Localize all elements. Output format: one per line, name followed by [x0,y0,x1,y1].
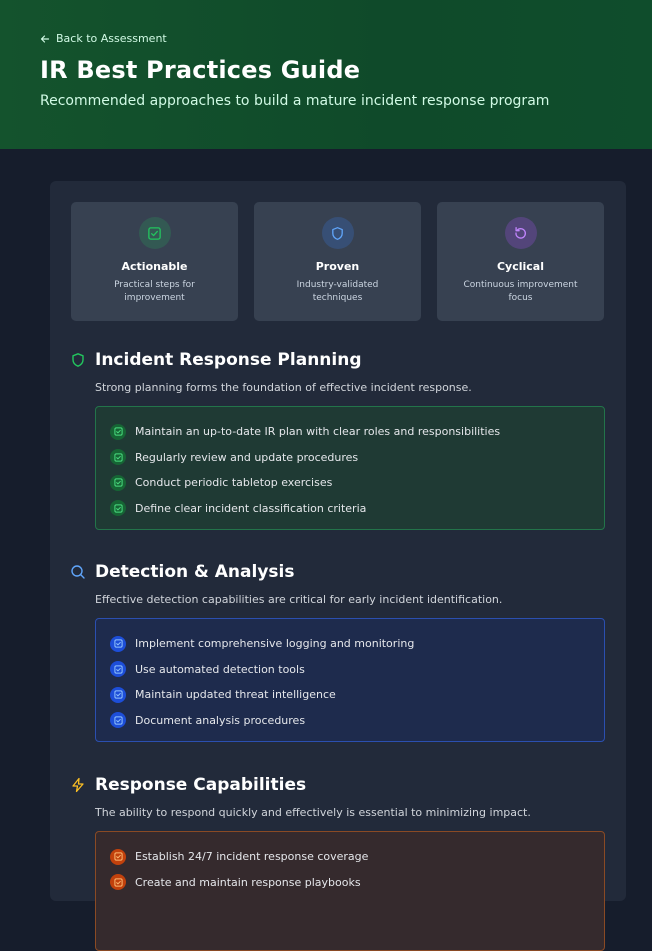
checklist-item-label: Define clear incident classification cri… [135,501,367,515]
checklist-item-label: Create and maintain response playbooks [135,875,361,889]
checklist-item[interactable]: Maintain an up-to-date IR plan with clea… [110,419,590,445]
section-title: Incident Response Planning [95,350,362,370]
checklist-item-label: Maintain updated threat intelligence [135,688,336,702]
feature-card-actionable: Actionable Practical steps for improveme… [71,202,238,321]
check-square-icon [110,686,126,703]
checklist-item[interactable]: Document analysis procedures [110,708,590,734]
check-square-icon [110,474,126,491]
content-card: Actionable Practical steps for improveme… [50,181,626,951]
section-description: The ability to respond quickly and effec… [95,806,531,819]
check-square-icon [110,661,126,678]
checklist-item[interactable]: Maintain updated threat intelligence [110,682,590,708]
feature-title: Cyclical [496,260,545,273]
checklist-box: Implement comprehensive logging and moni… [95,618,605,742]
checklist-box: Maintain an up-to-date IR plan with clea… [95,406,605,530]
checklist-item-label: Use automated detection tools [135,662,305,676]
feature-icon-wrapper [138,217,171,249]
page-header: Back to Assessment IR Best Practices Gui… [0,0,652,149]
feature-icon-wrapper [321,217,354,249]
lightning-icon [72,777,84,793]
checklist-item[interactable]: Use automated detection tools [110,657,590,683]
feature-title: Actionable [121,260,188,273]
checklist-item-label: Conduct periodic tabletop exercises [135,476,333,490]
feature-card-cyclical: Cyclical Continuous improvement focus [437,202,604,321]
check-square-icon [110,423,126,440]
feature-cards: Actionable Practical steps for improveme… [71,202,604,321]
checklist-item[interactable]: Regularly review and update procedures [110,445,590,471]
check-square-icon [110,712,126,729]
section-response-capabilities: Response Capabilities The ability to res… [70,775,605,951]
checklist-item[interactable]: Create and maintain response playbooks [110,870,590,896]
feature-card-proven: Proven Industry-validated techniques [254,202,421,321]
section-title: Detection & Analysis [95,562,295,582]
shield-icon [72,353,84,367]
checklist-item[interactable]: Conduct periodic tabletop exercises [110,470,590,496]
arrow-left-icon [40,34,50,43]
checklist-item[interactable]: Implement comprehensive logging and moni… [110,631,590,657]
section-header: Response Capabilities [70,775,605,795]
feature-title: Proven [315,260,360,273]
checklist-box: Establish 24/7 incident response coverag… [95,831,605,951]
feature-icon-wrapper [504,217,537,249]
feature-desc: Industry-validated techniques [296,280,379,303]
feature-desc: Practical steps for improvement [114,280,195,303]
check-square-icon [110,848,126,865]
section-title: Response Capabilities [95,775,307,795]
rotate-ccw-icon [515,226,526,239]
shield-icon [332,226,343,240]
checklist-item-label: Document analysis procedures [135,713,306,727]
section-header: Incident Response Planning [70,350,605,370]
check-square-icon [148,226,161,240]
section-header: Detection & Analysis [70,562,605,582]
checklist-item[interactable]: Establish 24/7 incident response coverag… [110,844,590,870]
section-ir-planning: Incident Response Planning Strong planni… [70,350,605,530]
check-square-icon [110,449,126,466]
back-link-label[interactable]: Back to Assessment [56,32,167,45]
checklist-item-label: Regularly review and update procedures [135,450,359,464]
section-detection-analysis: Detection & Analysis Effective detection… [70,562,605,742]
checklist-item[interactable]: Define clear incident classification cri… [110,496,590,522]
back-link[interactable]: Back to Assessment [40,32,612,45]
check-square-icon [110,635,126,652]
checklist-item-label: Establish 24/7 incident response coverag… [135,850,369,864]
section-description: Effective detection capabilities are cri… [95,593,503,606]
search-icon [71,565,85,579]
checklist-item-label: Implement comprehensive logging and moni… [135,637,415,651]
check-square-icon [110,874,126,891]
feature-desc: Continuous improvement focus [463,280,578,303]
page-title: IR Best Practices Guide [40,56,361,84]
checklist-item-label: Maintain an up-to-date IR plan with clea… [135,425,501,439]
page-subtitle: Recommended approaches to build a mature… [40,93,550,109]
section-description: Strong planning forms the foundation of … [95,381,472,394]
check-square-icon [110,500,126,517]
